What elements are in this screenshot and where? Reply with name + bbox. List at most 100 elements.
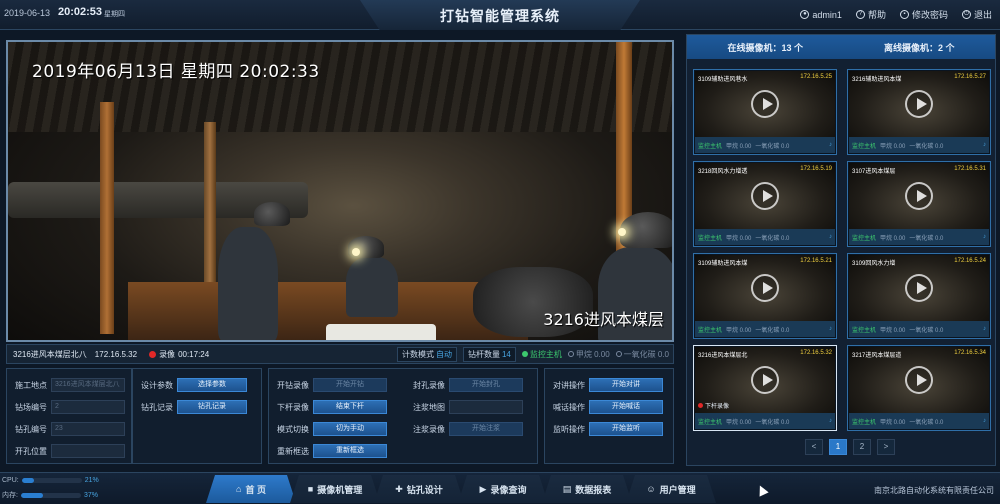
camera-ip: 172.16.5.31 — [954, 166, 986, 172]
play-icon[interactable] — [905, 182, 933, 210]
help-button[interactable]: ? 帮助 — [855, 8, 886, 21]
camera-name: 3107进风本煤层 — [852, 169, 896, 175]
camera-tile[interactable]: 3218回风水力增透 172.16.5.19 监控主机 甲烷 0.00 一氧化碳 0.0… — [693, 161, 837, 247]
drill-record-button[interactable]: 钻孔记录 — [177, 400, 247, 414]
nav-tab-1[interactable]: ■ 摄像机管理 — [290, 475, 380, 503]
camera-preview: 3109辅助进风本煤 172.16.5.21 — [695, 255, 835, 321]
redetect-button[interactable]: 重新框选 — [313, 444, 387, 458]
status-location: 3216进风本煤层北八 — [13, 349, 87, 359]
start-seal-button[interactable]: 开始封孔 — [449, 378, 523, 392]
play-icon[interactable] — [905, 366, 933, 394]
sensor-dot-icon — [615, 350, 622, 357]
camera-tile[interactable]: 3217进风本煤层道 172.16.5.34 监控主机 甲烷 0.00 一氧化碳 0.0… — [847, 345, 991, 431]
video-bag — [326, 324, 436, 340]
next-page-button[interactable]: > — [877, 439, 895, 455]
record-dot-icon — [149, 350, 157, 358]
logout-button[interactable]: ⏻ 退出 — [961, 8, 992, 21]
microphone-icon[interactable]: ♪ — [829, 418, 832, 424]
camera-co: 一氧化碳 0.0 — [909, 419, 944, 426]
microphone-icon[interactable]: ♪ — [829, 142, 832, 148]
camera-host: 监控主机 — [698, 419, 723, 426]
camera-tile[interactable]: 3216辅助进风本煤 172.16.5.27 监控主机 甲烷 0.00 一氧化碳 0.0… — [847, 69, 991, 155]
sensor-dot-icon — [567, 350, 574, 357]
prev-page-button[interactable]: < — [805, 439, 823, 455]
recording-group: 开钻录像 开始开钻 下杆录像 结束下杆 模式切换 切为手动 重新框选 重新框选 封孔录像… — [268, 368, 538, 464]
lock-icon: ▪ — [899, 10, 909, 19]
camera-methane: 甲烷 0.00 — [726, 235, 752, 242]
end-rod-down-button[interactable]: 结束下杆 — [313, 400, 387, 414]
start-talk-button[interactable]: 开始对讲 — [589, 378, 663, 392]
hole-number-field[interactable]: 23 — [51, 422, 125, 436]
camera-panel: 在线摄像机：13 个 离线摄像机：2 个 3109辅助进风巷水 172.16.5.… — [686, 34, 996, 466]
audio-group: 对讲操作 开始对讲 喊话操作 开始喊话 监听操作 开始监听 — [544, 368, 674, 464]
title-plate: 打钻智能管理系统 — [360, 0, 640, 30]
microphone-icon[interactable]: ♪ — [983, 418, 986, 424]
microphone-icon[interactable]: ♪ — [983, 142, 986, 148]
select-params-button[interactable]: 选择参数 — [177, 378, 247, 392]
camera-footer: 监控主机 甲烷 0.00 一氧化碳 0.0 ♪ — [695, 137, 835, 153]
start-broadcast-button[interactable]: 开始喊话 — [589, 400, 663, 414]
camera-tile[interactable]: 3109辅助进风本煤 172.16.5.21 监控主机 甲烷 0.00 一氧化碳 0.0… — [693, 253, 837, 339]
camera-co: 一氧化碳 0.0 — [755, 235, 790, 242]
camera-ip: 172.16.5.21 — [800, 258, 832, 264]
hole-position-field[interactable] — [51, 444, 125, 458]
microphone-icon[interactable]: ♪ — [829, 234, 832, 240]
play-icon[interactable] — [751, 366, 779, 394]
video-headlamp — [352, 248, 360, 256]
page-1-button[interactable]: 1 — [829, 439, 847, 455]
microphone-icon[interactable]: ♪ — [983, 326, 986, 332]
camera-tile[interactable]: 3216进风本煤层北 172.16.5.32 下杆录像 监控主机 甲烷 0.00 一氧化碳… — [693, 345, 837, 431]
video-headlamp — [618, 228, 626, 236]
start-grout-button[interactable]: 开始注浆 — [449, 422, 523, 436]
switch-manual-button[interactable]: 切为手动 — [313, 422, 387, 436]
microphone-icon[interactable]: ♪ — [983, 234, 986, 240]
video-support-post — [100, 102, 114, 334]
camera-methane: 甲烷 0.00 — [726, 143, 752, 150]
play-icon[interactable] — [905, 274, 933, 302]
video-worker — [218, 227, 278, 340]
camera-co: 一氧化碳 0.0 — [755, 327, 790, 334]
main-nav: ⌂ 首 页 ■ 摄像机管理 ✚ 钻孔设计 ▶ 录像查询 ▤ 数据报表 ☺ 用户管理 — [206, 475, 716, 503]
site-field[interactable]: 3216进风本煤层北八 — [51, 378, 125, 392]
recording-indicator: 录像 00:17:24 — [149, 349, 209, 360]
camera-name: 3109辅助进风巷水 — [698, 77, 748, 83]
field-number-field[interactable]: 2 — [51, 400, 125, 414]
camera-footer: 监控主机 甲烷 0.00 一氧化碳 0.0 ♪ — [849, 137, 989, 153]
camera-co: 一氧化碳 0.0 — [909, 235, 944, 242]
play-icon[interactable] — [751, 274, 779, 302]
play-icon[interactable] — [905, 90, 933, 118]
camera-ip: 172.16.5.32 — [800, 350, 832, 356]
change-password-button[interactable]: ▪ 修改密码 — [899, 8, 948, 21]
camera-preview: 3107进风本煤层 172.16.5.31 — [849, 163, 989, 229]
header-actions: ● admin1 ? 帮助 ▪ 修改密码 ⏻ 退出 — [800, 8, 992, 21]
nav-tab-3[interactable]: ▶ 录像查询 — [458, 475, 548, 503]
camera-name: 3109辅助进风本煤 — [698, 261, 748, 267]
camera-tile[interactable]: 3107进风本煤层 172.16.5.31 监控主机 甲烷 0.00 一氧化碳 0.0 ♪ — [847, 161, 991, 247]
grout-map-field[interactable] — [449, 400, 523, 414]
start-drill-button[interactable]: 开始开钻 — [313, 378, 387, 392]
page-2-button[interactable]: 2 — [853, 439, 871, 455]
nav-tab-0[interactable]: ⌂ 首 页 — [206, 475, 296, 503]
camera-methane: 甲烷 0.00 — [880, 419, 906, 426]
nav-tab-5[interactable]: ☺ 用户管理 — [626, 475, 716, 503]
camera-preview: 3218回风水力增透 172.16.5.19 — [695, 163, 835, 229]
camera-tile[interactable]: 3109辅助进风巷水 172.16.5.25 监控主机 甲烷 0.00 一氧化碳 0.0… — [693, 69, 837, 155]
camera-co: 一氧化碳 0.0 — [909, 143, 944, 150]
microphone-icon[interactable]: ♪ — [829, 326, 832, 332]
camera-methane: 甲烷 0.00 — [726, 327, 752, 334]
home-icon: ⌂ — [236, 484, 242, 494]
camera-name: 3216辅助进风本煤 — [852, 77, 902, 83]
main-video-view[interactable]: 2019年06月13日 星期四 20:02:33 3216进风本煤层 — [6, 40, 674, 342]
camera-ip: 172.16.5.19 — [800, 166, 832, 172]
camera-tile[interactable]: 3109回风水力增 172.16.5.24 监控主机 甲烷 0.00 一氧化碳 0.0 ♪ — [847, 253, 991, 339]
header-date: 2019-06-13 — [4, 8, 51, 18]
user-menu[interactable]: ● admin1 — [800, 8, 842, 21]
camera-ip: 172.16.5.25 — [800, 74, 832, 80]
play-icon[interactable] — [751, 182, 779, 210]
nav-tab-2[interactable]: ✚ 钻孔设计 — [374, 475, 464, 503]
camera-ip: 172.16.5.34 — [954, 350, 986, 356]
online-dot-icon — [521, 350, 528, 357]
start-listen-button[interactable]: 开始监听 — [589, 422, 663, 436]
nav-tab-4[interactable]: ▤ 数据报表 — [542, 475, 632, 503]
play-icon[interactable] — [751, 90, 779, 118]
